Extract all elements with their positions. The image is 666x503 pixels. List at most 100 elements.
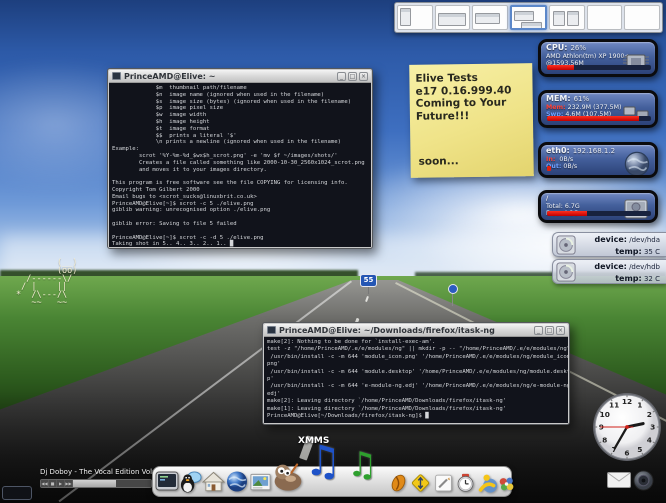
analog-clock-gadget[interactable]: 121234567891011 (591, 391, 663, 463)
volume-mixer-gadget[interactable] (633, 470, 654, 491)
cowsay-ascii-art: (__) (oo) /------\/ / | || * /\---/\ ~~ … (16, 259, 77, 307)
terminal-output[interactable]: $m thumbnail path/filename $n image name… (109, 83, 371, 247)
coffee-bean-icon[interactable] (388, 472, 409, 494)
speaker-icon (633, 470, 654, 491)
disk-total-label: Total: (546, 203, 563, 210)
disk-usage-bar (547, 211, 651, 216)
device-label: device: (594, 262, 626, 271)
sticky-note-line: e17 0.16.999.40 (416, 84, 527, 98)
disk-temp-gadget[interactable]: device: /dev/hdbtemp: 32 C (552, 259, 666, 284)
svg-text:11: 11 (609, 400, 619, 409)
disk-monitor-gadget[interactable]: / Total: 6.7G Free: 4.2G (538, 190, 658, 223)
terminal-output[interactable]: make[2]: Nothing to be done for `install… (264, 337, 568, 423)
svg-text:5: 5 (637, 445, 642, 454)
chat-penguin-icon[interactable] (179, 470, 202, 494)
svg-text:4: 4 (647, 436, 652, 445)
pager-desktop[interactable] (624, 5, 660, 30)
sticky-note[interactable]: Elive Tests e17 0.16.999.40 Coming to Yo… (409, 63, 534, 178)
maximize-button[interactable]: □ (348, 72, 357, 81)
minimize-button[interactable]: _ (534, 326, 543, 335)
sticky-note-footer: soon... (418, 155, 458, 168)
sign-pole (452, 294, 453, 306)
close-button[interactable]: × (556, 326, 565, 335)
disk-temp-gadget[interactable]: device: /dev/hda temp: 35 C (552, 232, 666, 257)
temp-value: 35 C (644, 248, 660, 256)
envelope-icon (607, 472, 631, 488)
terminal-launcher-icon[interactable] (155, 470, 179, 494)
pager-mini-window (553, 11, 565, 26)
playback-progress-bar[interactable]: ◀◀■▶▶▶ (40, 479, 152, 488)
svg-text:3: 3 (650, 423, 655, 432)
maximize-button[interactable]: □ (545, 326, 554, 335)
pager-desktop[interactable] (587, 5, 623, 30)
window-titlebar[interactable]: PrinceAMD@Elive: ~ _ □ × (109, 70, 371, 83)
svg-text:8: 8 (602, 436, 607, 445)
globe-icon (623, 150, 651, 178)
svg-text:6: 6 (624, 448, 629, 457)
terminal-window-icon (267, 326, 276, 334)
mail-gadget[interactable] (607, 472, 631, 488)
close-button[interactable]: × (359, 72, 368, 81)
cpu-title: CPU: (546, 43, 567, 52)
image-viewer-icon[interactable] (249, 470, 272, 494)
minimize-button[interactable]: _ (337, 72, 346, 81)
window-title: PrinceAMD@Elive: ~ (124, 72, 337, 81)
device-label: device: (595, 235, 627, 244)
pager-desktop[interactable] (472, 5, 508, 30)
corner-gadget[interactable] (2, 486, 32, 500)
sticky-note-line: Future!!! (416, 109, 527, 123)
web-browser-icon[interactable] (225, 469, 249, 494)
device-value: /dev/hda (629, 236, 660, 244)
svg-text:1: 1 (637, 400, 642, 409)
xmms-music-note-icon[interactable]: ♫ (304, 442, 342, 494)
pager-desktop-active[interactable] (510, 5, 548, 30)
disk-icon (556, 262, 576, 282)
updates-diamond-icon[interactable] (410, 472, 431, 494)
window-title: PrinceAMD@Elive: ~/Downloads/firefox/ita… (279, 326, 534, 335)
svg-text:12: 12 (622, 397, 632, 406)
sign-pole (368, 287, 369, 294)
road-sign (448, 284, 458, 294)
pager-mini-window (400, 8, 411, 26)
media-control-button[interactable]: ◀◀ (41, 480, 49, 487)
svg-text:2: 2 (647, 410, 652, 419)
pager-mini-window (475, 13, 500, 24)
network-monitor-gadget[interactable]: eth0:192.168.1.2 In: 0B/s Out: 0B/s (538, 142, 658, 178)
media-control-button[interactable]: ■ (49, 480, 57, 487)
net-in-label: In: (546, 156, 555, 163)
temp-label: temp: (615, 247, 642, 256)
pager-desktop[interactable] (435, 5, 471, 30)
ram-chips-icon (621, 103, 651, 125)
disk-total-value: 6.7G (565, 203, 580, 210)
memory-monitor-gadget[interactable]: MEM:61% Mem: 232.9M (377.5M) Swp: 4.6M (… (538, 90, 658, 128)
temp-label: temp: (615, 274, 642, 283)
temp-value: 32 C (644, 275, 660, 283)
home-folder-icon[interactable] (202, 470, 225, 494)
aim-messenger-icon[interactable] (477, 472, 498, 494)
progress-fill (73, 480, 116, 487)
cpu-usage-bar (547, 65, 651, 70)
audio-player-note-icon[interactable]: ♫ (347, 450, 379, 494)
gimp-icon[interactable] (272, 458, 304, 494)
net-in-value: 0B/s (559, 156, 573, 163)
alarm-clock-icon[interactable] (455, 472, 476, 494)
desktop-pager (394, 2, 663, 33)
window-titlebar[interactable]: PrinceAMD@Elive: ~/Downloads/firefox/ita… (264, 324, 568, 337)
cpu-monitor-gadget[interactable]: CPU:26% AMD Athlon(tm) XP 1900+ @1593.56… (538, 39, 658, 77)
net-activity-tick (547, 166, 551, 171)
media-control-button[interactable]: ▶ (57, 480, 65, 487)
pager-desktop[interactable] (397, 5, 433, 30)
terminal-window-scrot: PrinceAMD@Elive: ~ _ □ × $m thumbnail pa… (107, 68, 373, 249)
svg-text:10: 10 (600, 410, 610, 419)
desktop: 55 (__) (oo) /------\/ / | || * /\---/\ … (0, 0, 666, 503)
notes-pencil-icon[interactable] (433, 472, 454, 494)
media-control-button[interactable]: ▶▶ (65, 480, 73, 487)
mem-label: Mem: (546, 104, 566, 111)
disk-icon (556, 235, 576, 255)
packages-icon[interactable] (497, 474, 516, 494)
pager-desktop[interactable] (549, 5, 585, 30)
mem-title: MEM: (546, 94, 571, 103)
dock-tooltip: XMMS (298, 436, 329, 446)
cpu-percent: 26% (570, 44, 586, 52)
speed-limit-sign: 55 (360, 274, 377, 287)
